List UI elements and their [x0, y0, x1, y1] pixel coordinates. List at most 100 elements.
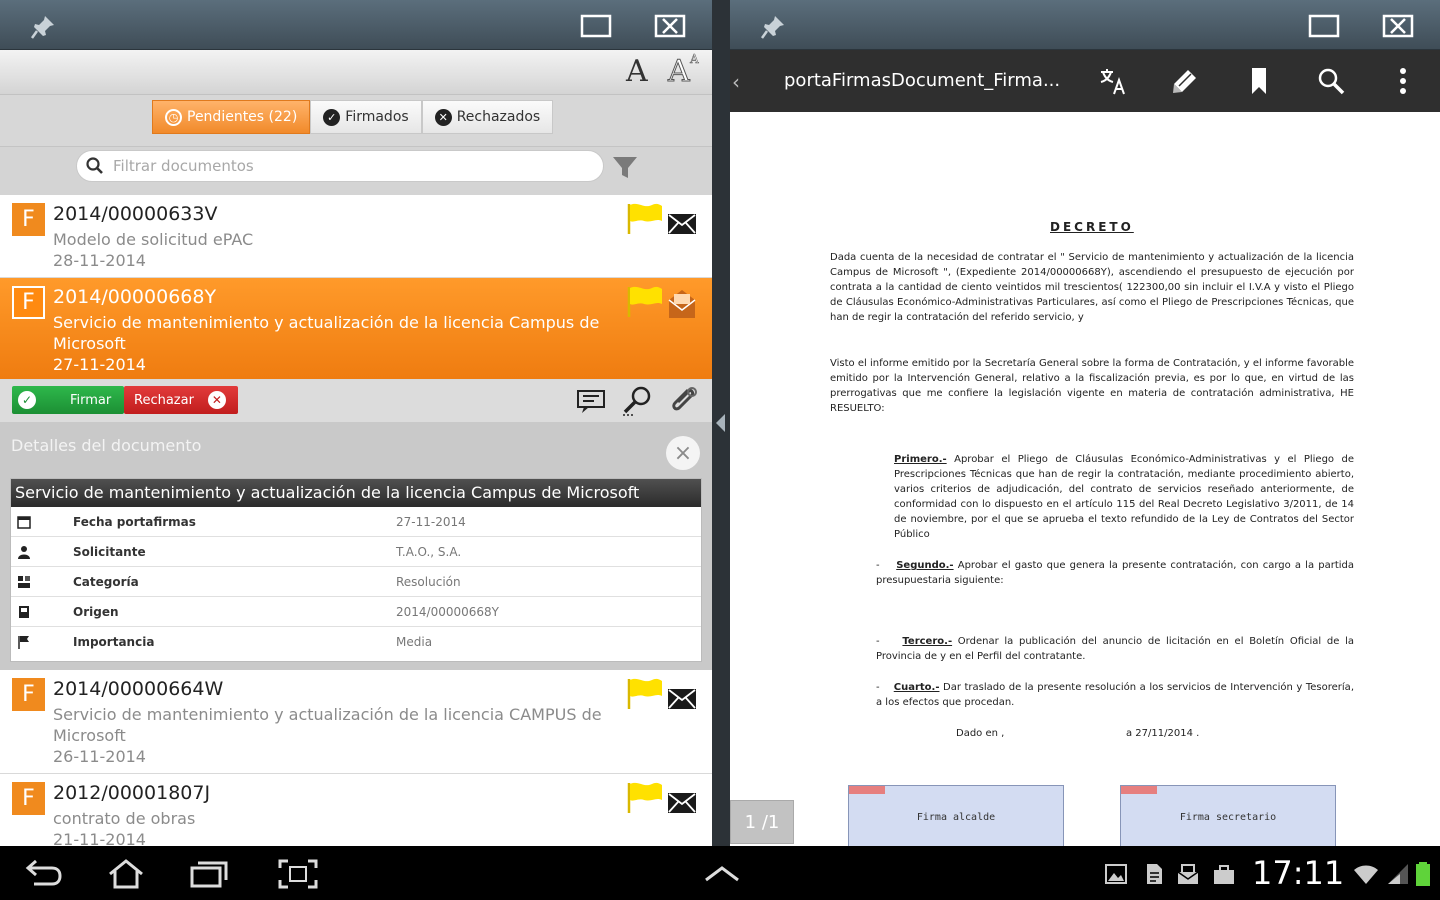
overflow-menu-icon[interactable]: [1388, 66, 1418, 96]
close-window-icon[interactable]: [654, 12, 686, 40]
document-date: 28-11-2014: [53, 251, 146, 270]
back-icon[interactable]: [22, 858, 66, 890]
increase-font-icon[interactable]: A: [668, 54, 691, 90]
right-window-titlebar: [730, 0, 1440, 50]
attachment-icon[interactable]: [666, 384, 700, 418]
format-badge: F: [12, 782, 45, 815]
left-window-titlebar: [0, 0, 712, 50]
detail-row: Categoría Resolución: [11, 567, 701, 597]
battery-icon: [1416, 862, 1430, 886]
translate-icon[interactable]: [1098, 66, 1128, 96]
check-circle-icon: ✓: [323, 108, 341, 126]
details-heading: Detalles del documento: [11, 436, 202, 455]
user-icon: [18, 546, 30, 559]
signature-label: Firma secretario: [1179, 811, 1277, 823]
tab-label: Firmados: [345, 109, 409, 125]
resolution-item: - Cuarto.- Dar traslado de la presente r…: [876, 682, 1354, 708]
check-icon: ✓: [18, 391, 36, 409]
list-item[interactable]: F 2012/00001807J contrato de obras 21-11…: [0, 774, 712, 846]
reject-button[interactable]: Rechazar ✕: [124, 386, 238, 414]
dado-fecha: a 27/11/2014 .: [1126, 728, 1200, 739]
decrease-font-icon[interactable]: A: [626, 54, 648, 89]
detail-label: Origen: [73, 605, 119, 619]
document-id: 2014/00000633V: [53, 203, 218, 225]
detail-value: 27-11-2014: [396, 515, 466, 529]
maximize-icon[interactable]: [580, 12, 612, 40]
flag-icon: [627, 678, 662, 709]
tab-rechazados[interactable]: ✕ Rechazados: [421, 100, 554, 134]
detail-value: T.A.O., S.A.: [396, 545, 462, 559]
pin-icon[interactable]: [30, 14, 56, 40]
item-label: Cuarto.-: [893, 682, 940, 693]
annotate-icon[interactable]: [1170, 66, 1200, 96]
document-title: Servicio de mantenimiento y actualizació…: [53, 313, 600, 353]
flag-icon: [627, 203, 662, 234]
detail-value: Resolución: [396, 575, 461, 589]
x-circle-icon: ✕: [434, 108, 452, 126]
list-item-selected[interactable]: F 2014/00000668Y Servicio de mantenimien…: [0, 278, 712, 380]
mail-icon: [668, 214, 696, 234]
filter-icon[interactable]: [612, 155, 638, 181]
document-list-panel: A A A ◷ Pendientes (22) ✓ Firmados ✕ Rec…: [0, 50, 712, 846]
dado-en: Dado en ,: [956, 728, 1005, 739]
open-mail-icon: [668, 290, 696, 318]
flag-icon: [627, 286, 662, 317]
item-label: Segundo.-: [896, 560, 954, 571]
detail-label: Fecha portafirmas: [73, 515, 196, 529]
paragraph: Visto el informe emitido por la Secretar…: [830, 358, 1354, 414]
signature-box-alcalde: Firma alcalde: [848, 785, 1064, 846]
home-icon[interactable]: [104, 858, 148, 890]
status-tabs-bar: ◷ Pendientes (22) ✓ Firmados ✕ Rechazado…: [0, 95, 712, 147]
origin-icon: [19, 606, 29, 618]
screenshot-icon[interactable]: [276, 858, 320, 890]
back-chevron-icon[interactable]: ‹: [732, 70, 740, 94]
pdf-page[interactable]: DECRETO Dada cuenta de la necesidad de c…: [730, 112, 1440, 846]
document-details: Detalles del documento × Servicio de man…: [0, 422, 712, 670]
close-window-icon[interactable]: [1382, 12, 1414, 40]
search-icon: [86, 157, 103, 174]
decree-heading: DECRETO: [1050, 220, 1134, 234]
signature-box-secretario: Firma secretario: [1120, 785, 1336, 846]
sign-button[interactable]: ✓ Firmar: [12, 386, 124, 414]
reject-label: Rechazar: [134, 392, 194, 408]
pin-icon[interactable]: [760, 14, 786, 40]
document-date: 27-11-2014: [53, 355, 146, 374]
details-card-title: Servicio de mantenimiento y actualizació…: [11, 479, 701, 507]
detail-label: Solicitante: [73, 545, 146, 559]
priority-flag-icon: [18, 636, 29, 649]
comment-icon[interactable]: [574, 384, 608, 418]
format-badge: F: [12, 203, 45, 236]
bookmark-icon[interactable]: [1244, 66, 1274, 96]
font-size-toolbar: A A A: [0, 50, 712, 95]
up-chevron-icon[interactable]: [700, 858, 744, 890]
paragraph: Dada cuenta de la necesidad de contratar…: [830, 252, 1354, 323]
tab-label: Rechazados: [456, 109, 541, 125]
collapse-arrow-icon[interactable]: [716, 414, 725, 432]
flag-icon: [627, 782, 662, 813]
document-actions-bar: ✓ Firmar Rechazar ✕: [0, 380, 712, 422]
detail-row: Fecha portafirmas 27-11-2014: [11, 507, 701, 537]
search-icon[interactable]: [1316, 66, 1346, 96]
signature-label: Firma alcalde: [916, 811, 996, 823]
search-bar: [0, 147, 712, 195]
status-tabs: ◷ Pendientes (22) ✓ Firmados ✕ Rechazado…: [152, 100, 554, 134]
format-badge: F: [12, 678, 45, 711]
signature-tag: [1121, 786, 1157, 794]
list-item[interactable]: F 2014/00000664W Servicio de mantenimien…: [0, 670, 712, 774]
inbox-icon: [1177, 864, 1199, 884]
increase-font-small-icon: A: [690, 52, 699, 67]
search-input[interactable]: [113, 157, 573, 175]
clock: 17:11: [1252, 854, 1345, 892]
document-date: 21-11-2014: [53, 830, 146, 846]
document-id: 2012/00001807J: [53, 782, 211, 804]
item-label: Primero.-: [894, 454, 947, 465]
detail-label: Importancia: [73, 635, 155, 649]
maximize-icon[interactable]: [1308, 12, 1340, 40]
tab-pendientes[interactable]: ◷ Pendientes (22): [152, 100, 311, 134]
tab-firmados[interactable]: ✓ Firmados: [310, 100, 422, 134]
list-item[interactable]: F 2014/00000633V Modelo de solicitud ePA…: [0, 195, 712, 278]
inspect-icon[interactable]: [620, 384, 654, 418]
gallery-icon: [1105, 864, 1127, 884]
close-details-button[interactable]: ×: [666, 436, 700, 470]
recent-apps-icon[interactable]: [188, 858, 232, 890]
